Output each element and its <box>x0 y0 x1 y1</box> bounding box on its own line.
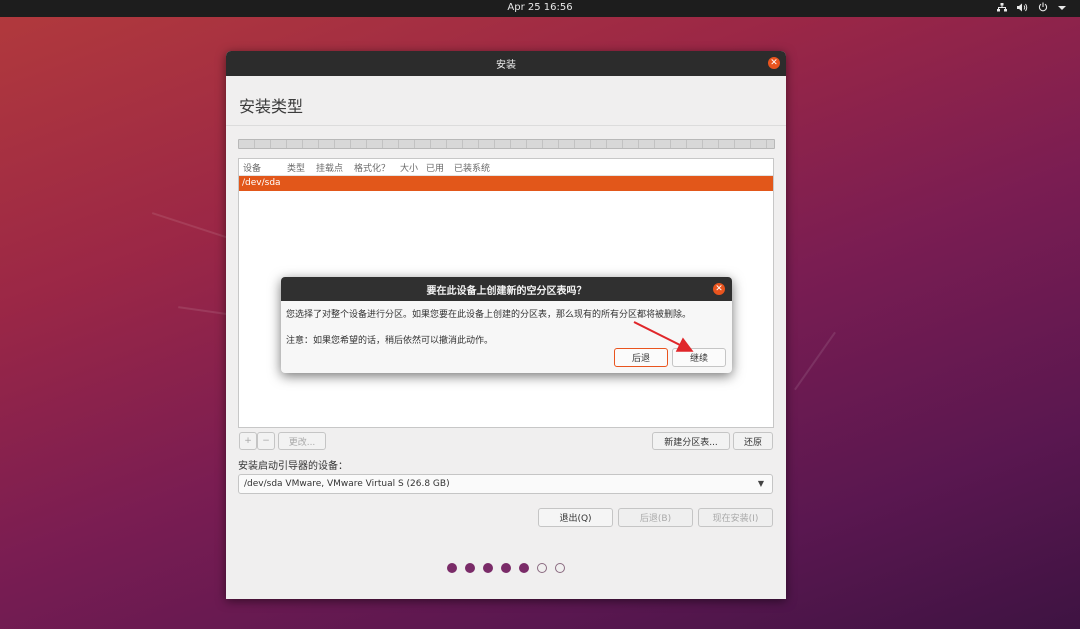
annotation-arrow <box>633 321 694 352</box>
